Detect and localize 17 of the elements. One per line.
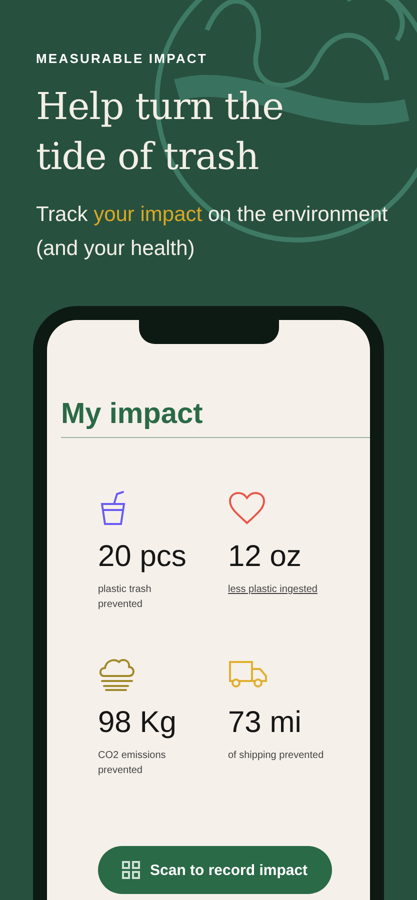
stat-value: 12 oz [228,540,302,574]
headline: Help turn the tide of trash [36,84,285,180]
stat-value: 20 pcs [98,540,186,574]
stat-caption: of shipping prevented [228,749,325,763]
stat-link[interactable]: less plastic ingested [228,582,328,597]
subtitle: Track your impact on the environment (and your health) [36,202,389,262]
cloud-with-haze-icon [98,656,136,692]
qr-code-icon [122,861,140,879]
stat-caption: plastic trash prevented [98,583,152,612]
stat-value: 98 Kg [98,706,176,740]
stat-value: 73 mi [228,706,302,740]
eyebrow-label: MEASURABLE IMPACT [36,51,208,66]
screen-title: My impact [61,398,203,431]
scan-button[interactable]: Scan to record impact [98,846,332,894]
cup-with-straw-icon [98,490,128,526]
stat-caption: CO2 emissions prevented [98,749,167,778]
heart-icon [228,490,266,526]
